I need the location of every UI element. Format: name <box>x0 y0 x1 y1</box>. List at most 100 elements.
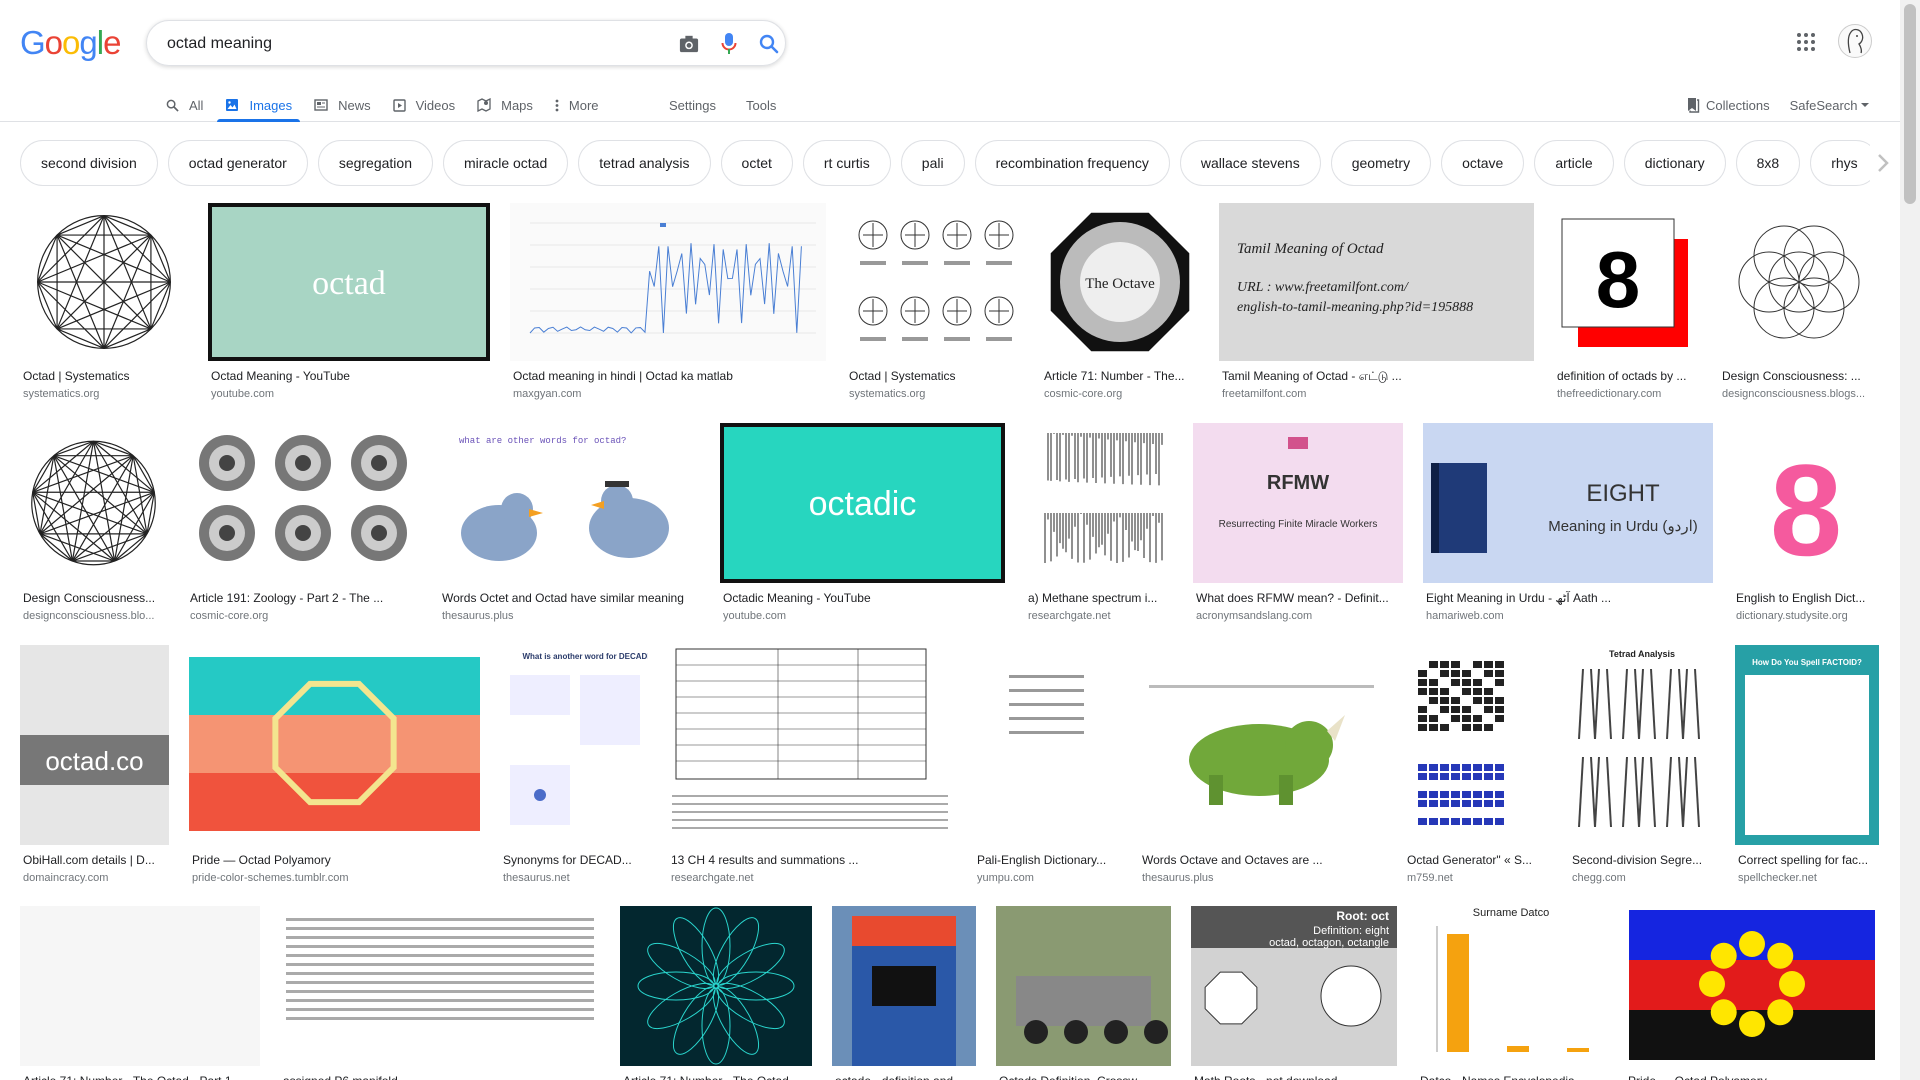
tab-news[interactable]: News <box>314 88 371 122</box>
result-thumbnail[interactable] <box>832 906 976 1066</box>
collections-link[interactable]: Collections <box>1686 97 1770 113</box>
microphone-icon[interactable] <box>717 32 741 56</box>
image-result[interactable]: 13 CH 4 results and summations ... resear… <box>668 645 954 895</box>
result-title[interactable]: Octadic Meaning - YouTube <box>723 591 1002 605</box>
result-title[interactable]: ObiHall.com details | D... <box>23 853 166 867</box>
search-input[interactable] <box>167 31 627 57</box>
image-result[interactable]: How Do You Spell FACTOID? Correct spellin… <box>1735 645 1879 895</box>
result-thumbnail[interactable] <box>974 645 1119 845</box>
result-thumbnail[interactable] <box>846 203 1020 361</box>
related-search-chip[interactable]: rt curtis <box>802 140 891 186</box>
result-title[interactable]: a) Methane spectrum i... <box>1028 591 1170 605</box>
result-thumbnail[interactable]: Surname Datco <box>1417 906 1605 1066</box>
related-search-chip[interactable]: pali <box>900 140 965 186</box>
result-title[interactable]: Eight Meaning in Urdu - آٹھ Aath ... <box>1426 591 1710 605</box>
chevron-right-icon[interactable] <box>1870 150 1896 176</box>
result-title[interactable]: Synonyms for DECAD... <box>503 853 645 867</box>
result-title[interactable]: definition of octads by ... <box>1557 369 1696 383</box>
result-title[interactable]: Design Consciousness... <box>23 591 164 605</box>
tab-maps[interactable]: Maps <box>477 88 533 122</box>
image-result[interactable]: Octad Generator" « S... m759.net <box>1404 645 1549 895</box>
related-search-chip[interactable]: octet <box>720 140 793 186</box>
result-title[interactable]: 13 CH 4 results and summations ... <box>671 853 951 867</box>
related-search-chip[interactable]: rhys <box>1810 140 1870 186</box>
result-title[interactable]: Article 71: Number - The Octad ... <box>623 1074 809 1080</box>
result-thumbnail[interactable]: octad <box>208 203 490 361</box>
image-result[interactable]: RFMW Resurrecting Finite Miracle Workers W… <box>1193 423 1403 633</box>
result-title[interactable]: Correct spelling for fac... <box>1738 853 1876 867</box>
tools-link[interactable]: Tools <box>746 98 776 113</box>
result-title[interactable]: Second-division Segre... <box>1572 853 1712 867</box>
image-result[interactable]: octad.co ObiHall.com details | D... domain… <box>20 645 169 895</box>
result-thumbnail[interactable] <box>510 203 826 361</box>
result-thumbnail[interactable]: How Do You Spell FACTOID? <box>1735 645 1879 845</box>
image-result[interactable]: Root: oct Definition: eight octad, octagon… <box>1191 906 1397 1080</box>
related-search-chip[interactable]: octave <box>1441 140 1525 186</box>
camera-icon[interactable] <box>677 32 701 56</box>
result-title[interactable]: Octads Definition, Crossw... <box>999 1074 1168 1080</box>
result-title[interactable]: Octad | Systematics <box>23 369 185 383</box>
image-result[interactable]: Octad meaning in hindi | Octad ka matlab… <box>510 203 826 411</box>
result-thumbnail[interactable]: RFMW Resurrecting Finite Miracle Workers <box>1193 423 1403 583</box>
image-result[interactable]: octade - definition and ... <box>832 906 976 1080</box>
result-title[interactable]: Words Octet and Octad have similar meani… <box>442 591 697 605</box>
google-logo[interactable]: Google <box>20 24 121 62</box>
result-thumbnail[interactable] <box>20 906 260 1066</box>
related-search-chip[interactable]: recombination frequency <box>974 140 1170 186</box>
result-title[interactable]: Octad Generator" « S... <box>1407 853 1546 867</box>
related-search-chip[interactable]: second division <box>20 140 158 186</box>
result-thumbnail[interactable]: 8 <box>1733 423 1879 583</box>
related-search-chip[interactable]: miracle octad <box>442 140 569 186</box>
image-result[interactable]: EIGHT Meaning in Urdu (اردو) Eight Meaning… <box>1423 423 1713 633</box>
result-thumbnail[interactable]: 8 <box>1554 203 1699 361</box>
result-title[interactable]: Article 71: Number - The... <box>1044 369 1196 383</box>
result-title[interactable]: Pride — Octad Polyamory <box>192 853 477 867</box>
image-result[interactable]: what are other words for octad? Words Oct… <box>439 423 700 633</box>
tab-all[interactable]: All <box>166 88 203 122</box>
search-icon[interactable] <box>757 32 781 56</box>
image-result[interactable]: Tamil Meaning of Octad URL : www.freetami… <box>1219 203 1534 411</box>
related-search-chip[interactable]: geometry <box>1330 140 1432 186</box>
related-search-chip[interactable]: tetrad analysis <box>578 140 711 186</box>
result-thumbnail[interactable] <box>189 645 480 845</box>
image-result[interactable]: Article 191: Zoology - Part 2 - The ... c… <box>187 423 419 633</box>
result-title[interactable]: Tamil Meaning of Octad - எட்டு ... <box>1222 369 1531 385</box>
related-search-chip[interactable]: article <box>1534 140 1614 186</box>
image-result[interactable]: 8 English to English Dict... dictionary.st… <box>1733 423 1879 633</box>
result-thumbnail[interactable] <box>1719 203 1879 361</box>
tab-images[interactable]: Images <box>217 88 300 122</box>
search-box[interactable] <box>146 20 786 66</box>
related-search-chip[interactable]: segregation <box>317 140 433 186</box>
image-result[interactable]: Article 71: Number - The Octad - Part 1 … <box>20 906 260 1080</box>
image-result[interactable]: a) Methane spectrum i... researchgate.net <box>1025 423 1173 633</box>
result-title[interactable]: Octad Meaning - YouTube <box>211 369 487 383</box>
result-thumbnail[interactable] <box>280 906 600 1066</box>
image-result[interactable]: octadic Octadic Meaning - YouTube youtube.… <box>720 423 1005 633</box>
image-result[interactable]: 8 definition of octads by ... thefreedicti… <box>1554 203 1699 411</box>
result-title[interactable]: Datco - Names Encyclopedia <box>1420 1074 1602 1080</box>
tab-more[interactable]: More <box>555 88 599 122</box>
image-result[interactable]: Design Consciousness: ... designconscious… <box>1719 203 1879 411</box>
image-result[interactable]: Design Consciousness... designconsciousne… <box>20 423 167 633</box>
result-title[interactable]: Octad meaning in hindi | Octad ka matlab <box>513 369 823 383</box>
settings-link[interactable]: Settings <box>669 98 716 113</box>
related-search-chip[interactable]: dictionary <box>1623 140 1726 186</box>
result-thumbnail[interactable] <box>996 906 1171 1066</box>
image-result[interactable]: Octad | Systematics systematics.org <box>20 203 188 411</box>
result-thumbnail[interactable]: Root: oct Definition: eight octad, octagon… <box>1191 906 1397 1066</box>
related-search-chip[interactable]: 8x8 <box>1735 140 1801 186</box>
result-title[interactable]: Octad | Systematics <box>849 369 1017 383</box>
result-title[interactable]: Words Octave and Octaves are ... <box>1142 853 1381 867</box>
image-result[interactable]: octad Octad Meaning - YouTube youtube.com <box>208 203 490 411</box>
related-search-chip[interactable]: wallace stevens <box>1179 140 1321 186</box>
result-title[interactable]: Math Roots - not download ... <box>1194 1074 1394 1080</box>
result-thumbnail[interactable]: Tetrad Analysis <box>1569 645 1715 845</box>
result-thumbnail[interactable] <box>1139 645 1384 845</box>
tab-videos[interactable]: Videos <box>392 88 455 122</box>
result-title[interactable]: What does RFMW mean? - Definit... <box>1196 591 1400 605</box>
scrollbar-thumb[interactable] <box>1904 4 1916 204</box>
apps-grid-icon[interactable] <box>1794 30 1818 54</box>
result-title[interactable]: Article 191: Zoology - Part 2 - The ... <box>190 591 416 605</box>
result-thumbnail[interactable] <box>1025 423 1173 583</box>
image-result[interactable]: Pride — Octad Polyamory <box>1625 906 1879 1080</box>
